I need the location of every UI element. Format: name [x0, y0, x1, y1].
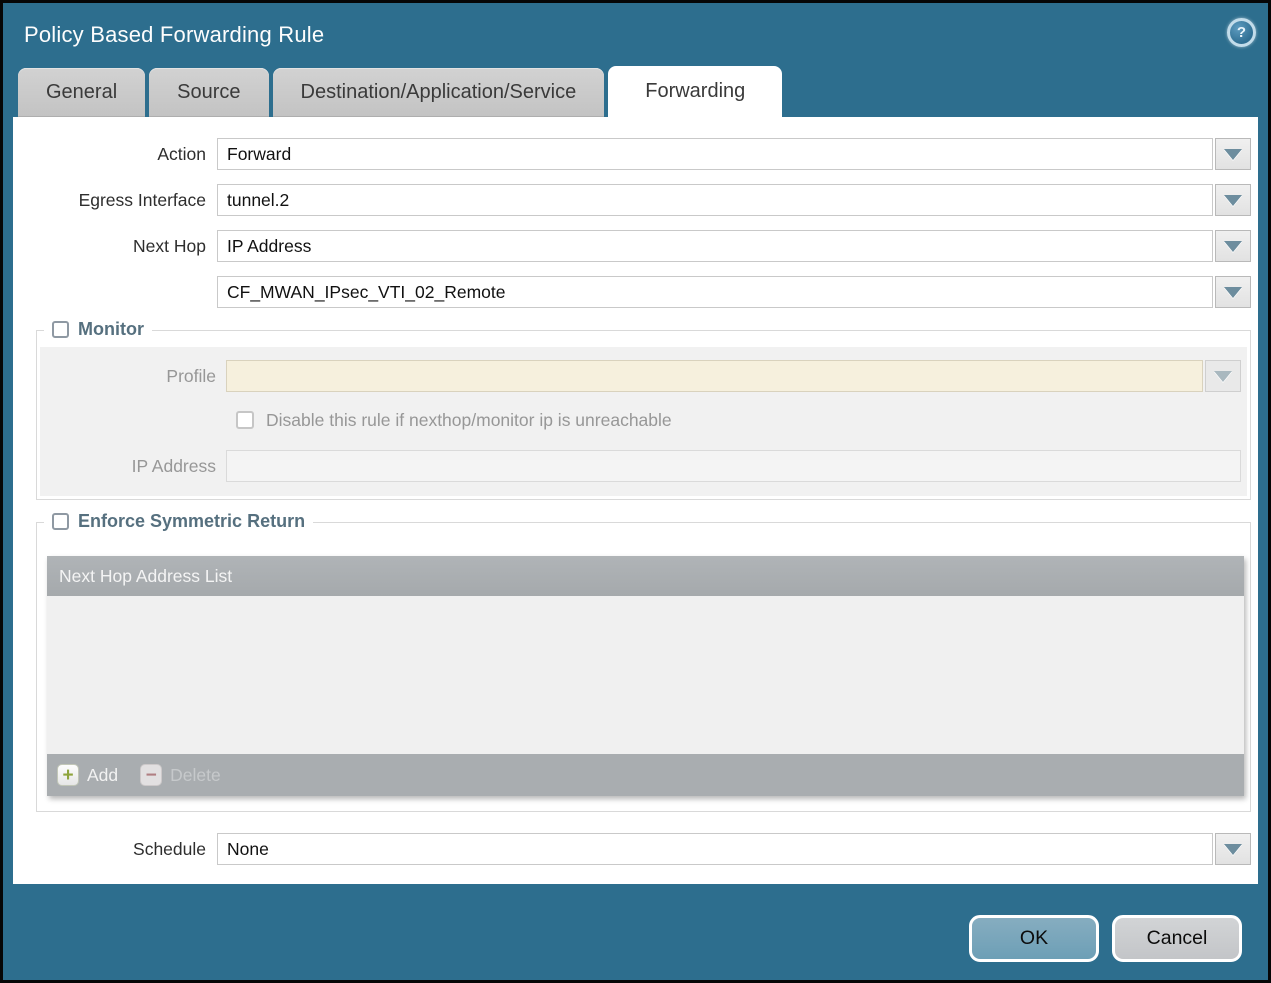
- chevron-down-icon: [1224, 149, 1242, 160]
- enforce-symmetric-return-fieldset: Enforce Symmetric Return Next Hop Addres…: [36, 522, 1251, 812]
- chevron-down-icon: [1214, 371, 1232, 382]
- next-hop-address-list-table: Next Hop Address List + Add − Delete: [47, 556, 1244, 796]
- schedule-dropdown-button[interactable]: [1215, 833, 1251, 865]
- add-button[interactable]: + Add: [57, 764, 118, 786]
- schedule-input[interactable]: [217, 833, 1213, 865]
- egress-interface-row: Egress Interface: [13, 184, 1251, 216]
- egress-interface-input[interactable]: [217, 184, 1213, 216]
- egress-interface-dropdown-button[interactable]: [1215, 184, 1251, 216]
- minus-icon: −: [140, 764, 162, 786]
- profile-row: Profile: [40, 360, 1244, 392]
- chevron-down-icon: [1224, 287, 1242, 298]
- monitor-legend: Monitor: [44, 319, 152, 340]
- help-icon[interactable]: ?: [1227, 18, 1256, 47]
- enforce-symmetric-return-legend: Enforce Symmetric Return: [44, 511, 313, 532]
- next-hop-type-dropdown-button[interactable]: [1215, 230, 1251, 262]
- next-hop-type-input[interactable]: [217, 230, 1213, 262]
- disable-rule-row: Disable this rule if nexthop/monitor ip …: [236, 410, 1244, 430]
- monitor-ip-address-label: IP Address: [40, 456, 226, 477]
- profile-dropdown-button: [1205, 360, 1241, 392]
- dialog-footer: OK Cancel: [3, 887, 1268, 980]
- forwarding-tab-panel: Action Egress Interface Next Hop: [13, 117, 1258, 884]
- next-hop-address-list-header: Next Hop Address List: [47, 556, 1244, 596]
- profile-input: [226, 360, 1203, 392]
- monitor-checkbox[interactable]: [52, 321, 69, 338]
- action-label: Action: [13, 144, 217, 165]
- schedule-label: Schedule: [13, 839, 217, 860]
- pbf-rule-dialog: Policy Based Forwarding Rule ? General S…: [0, 0, 1271, 983]
- tab-bar: General Source Destination/Application/S…: [18, 67, 1268, 117]
- monitor-ip-address-row: IP Address: [40, 450, 1244, 482]
- next-hop-address-list-body: [47, 596, 1244, 754]
- next-hop-address-dropdown-button[interactable]: [1215, 276, 1251, 308]
- dialog-title: Policy Based Forwarding Rule: [24, 22, 324, 48]
- action-input[interactable]: [217, 138, 1213, 170]
- next-hop-row: Next Hop: [13, 230, 1251, 262]
- dialog-titlebar: Policy Based Forwarding Rule ?: [3, 3, 1268, 67]
- tab-forwarding[interactable]: Forwarding: [608, 66, 782, 117]
- chevron-down-icon: [1224, 241, 1242, 252]
- tab-destination-application-service[interactable]: Destination/Application/Service: [273, 68, 605, 117]
- delete-button[interactable]: − Delete: [140, 764, 221, 786]
- enforce-symmetric-return-checkbox[interactable]: [52, 513, 69, 530]
- disable-rule-label: Disable this rule if nexthop/monitor ip …: [266, 410, 672, 431]
- ok-button[interactable]: OK: [969, 915, 1099, 962]
- cancel-button[interactable]: Cancel: [1112, 915, 1242, 962]
- monitor-legend-label: Monitor: [78, 319, 144, 340]
- next-hop-address-list-toolbar: + Add − Delete: [47, 754, 1244, 796]
- next-hop-address-input[interactable]: [217, 276, 1213, 308]
- chevron-down-icon: [1224, 195, 1242, 206]
- tab-source[interactable]: Source: [149, 68, 268, 117]
- chevron-down-icon: [1224, 844, 1242, 855]
- profile-label: Profile: [40, 366, 226, 387]
- next-hop-address-row: [13, 276, 1251, 308]
- schedule-row: Schedule: [13, 833, 1251, 865]
- enforce-symmetric-return-legend-label: Enforce Symmetric Return: [78, 511, 305, 532]
- disable-rule-checkbox: [236, 411, 254, 429]
- help-glyph: ?: [1237, 24, 1246, 41]
- tab-general[interactable]: General: [18, 68, 145, 117]
- monitor-panel: Profile Disable this rule if nexthop/mon…: [40, 347, 1247, 496]
- action-dropdown-button[interactable]: [1215, 138, 1251, 170]
- add-button-label: Add: [87, 765, 118, 786]
- monitor-ip-address-input: [226, 450, 1241, 482]
- action-row: Action: [13, 138, 1251, 170]
- plus-icon: +: [57, 764, 79, 786]
- delete-button-label: Delete: [170, 765, 221, 786]
- egress-interface-label: Egress Interface: [13, 190, 217, 211]
- monitor-fieldset: Monitor Profile Disable this rule if nex…: [36, 330, 1251, 500]
- next-hop-label: Next Hop: [13, 236, 217, 257]
